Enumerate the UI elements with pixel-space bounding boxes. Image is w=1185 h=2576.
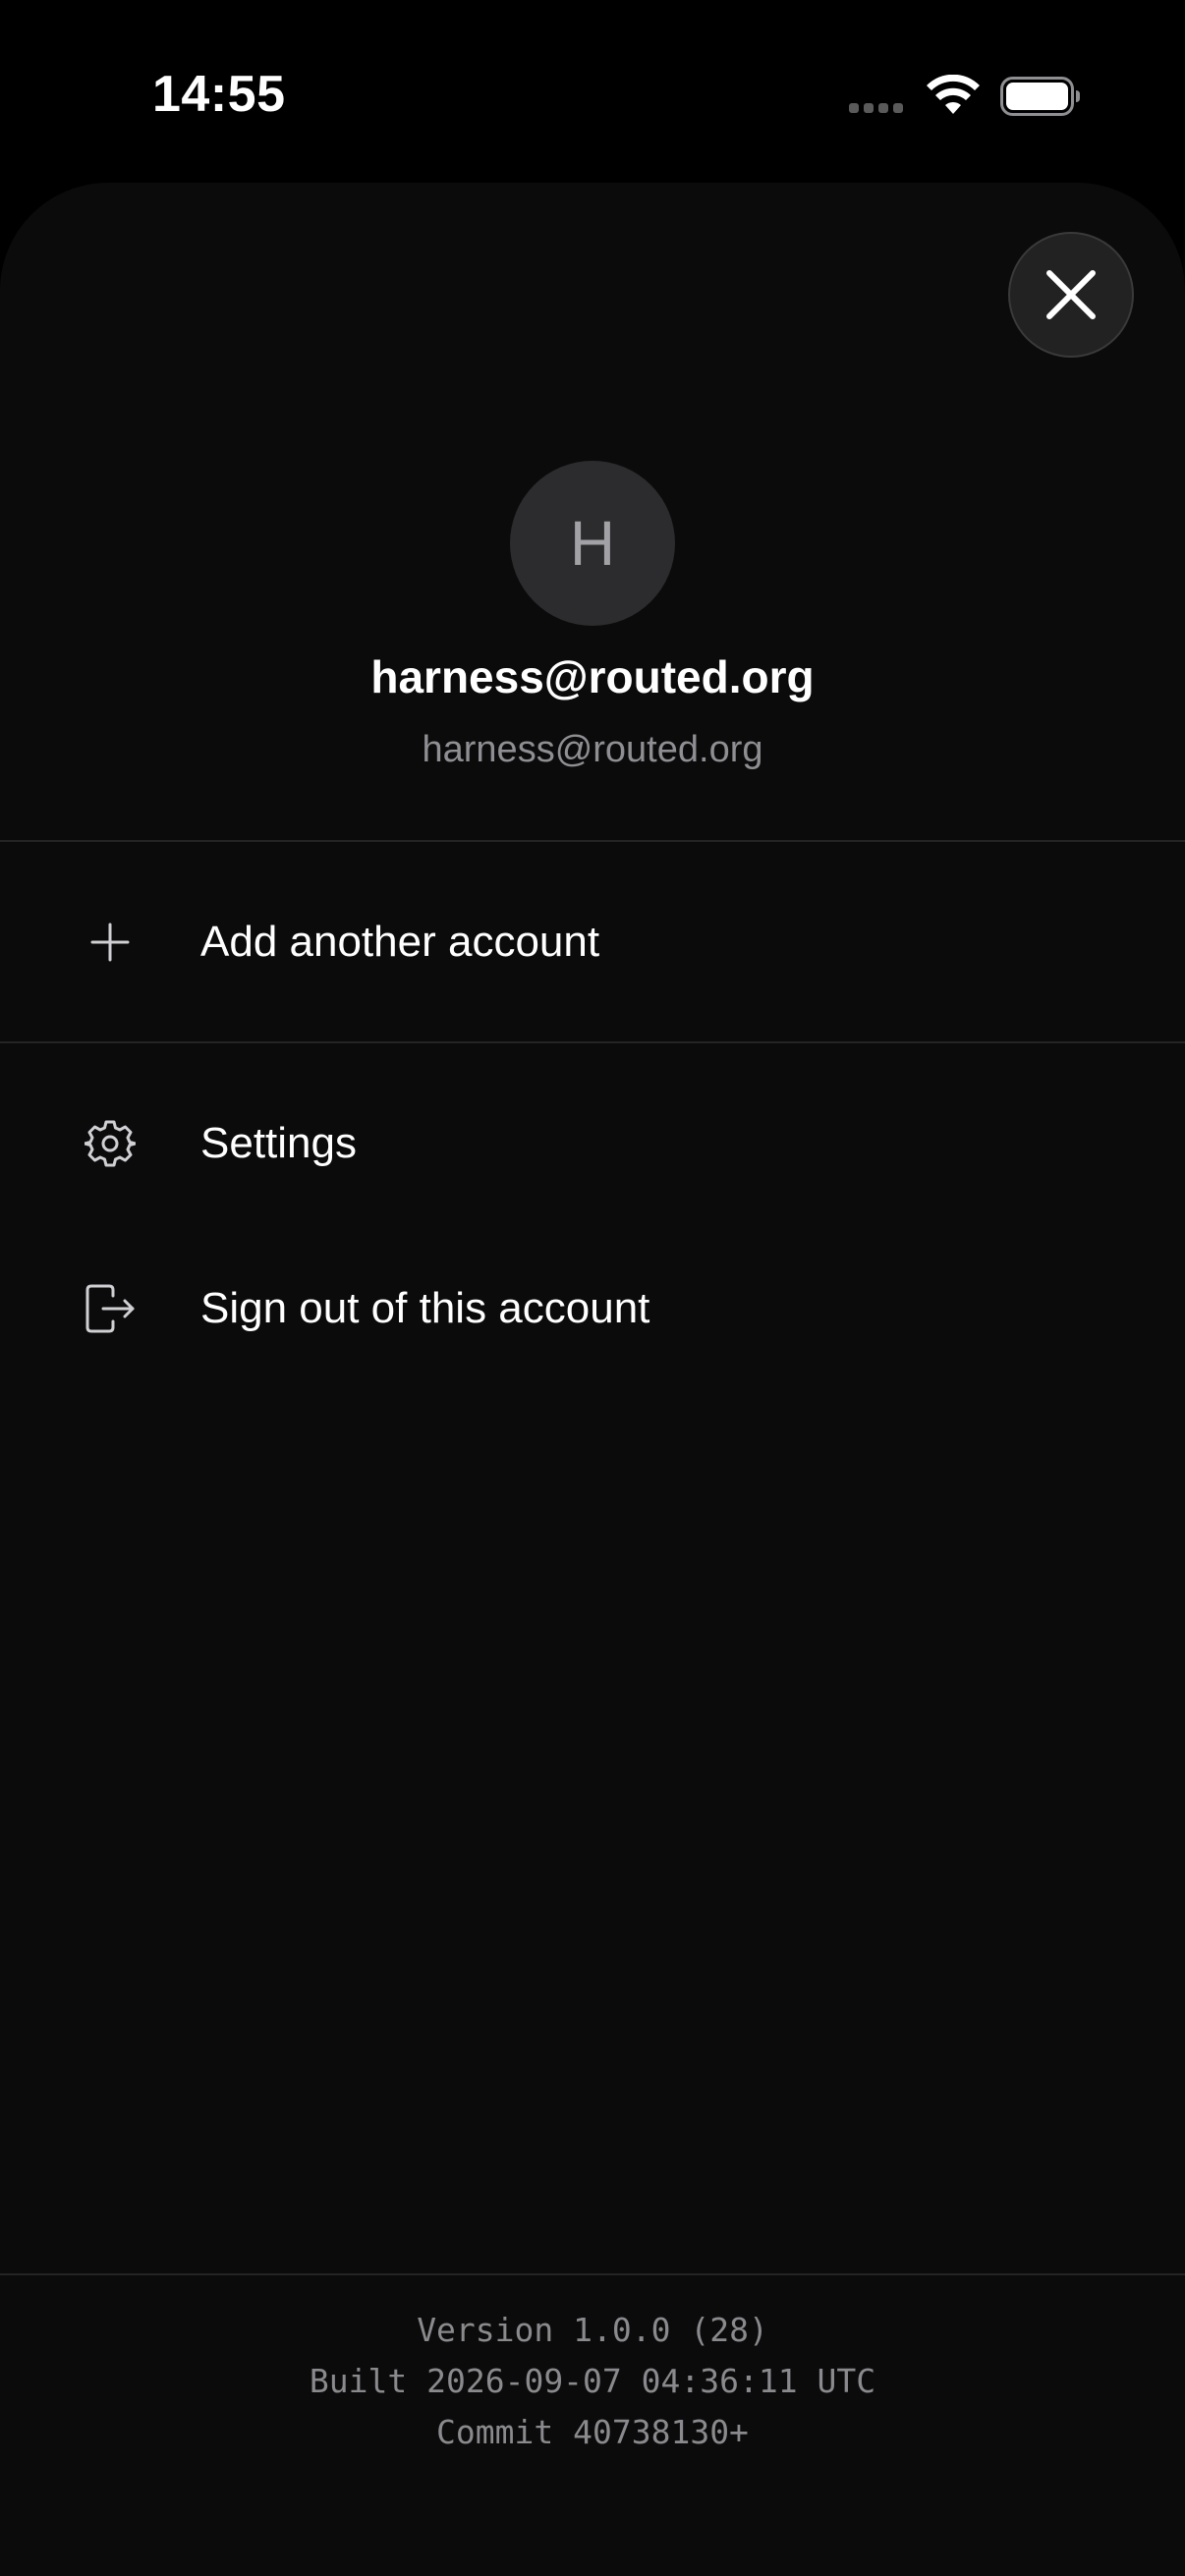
divider xyxy=(0,1041,1185,1043)
divider xyxy=(0,840,1185,842)
version-text: Version 1.0.0 (28) xyxy=(417,2311,768,2349)
account-email: harness@routed.org xyxy=(422,729,763,770)
sign-out-icon xyxy=(83,1281,138,1336)
account-sheet: H harness@routed.org harness@routed.org … xyxy=(0,183,1185,2576)
status-bar: 14:55 xyxy=(0,0,1185,177)
sign-out-label: Sign out of this account xyxy=(200,1284,650,1332)
avatar: H xyxy=(510,461,675,626)
add-account-button[interactable]: Add another account xyxy=(0,873,1185,1011)
account-name: harness@routed.org xyxy=(370,651,815,702)
gear-icon xyxy=(83,1116,138,1171)
status-time: 14:55 xyxy=(152,66,286,123)
commit-text: Commit 40738130+ xyxy=(436,2413,749,2451)
close-button[interactable] xyxy=(1008,232,1134,358)
plus-icon xyxy=(83,915,138,970)
battery-icon xyxy=(1000,77,1080,116)
build-info: Version 1.0.0 (28) Built 2026-09-07 04:3… xyxy=(0,2305,1185,2458)
cellular-signal-icon xyxy=(849,103,903,113)
settings-label: Settings xyxy=(200,1119,357,1167)
build-date-text: Built 2026-09-07 04:36:11 UTC xyxy=(309,2362,876,2400)
add-account-label: Add another account xyxy=(200,918,600,966)
close-icon xyxy=(1046,270,1096,319)
divider xyxy=(0,2273,1185,2275)
sign-out-button[interactable]: Sign out of this account xyxy=(0,1240,1185,1377)
settings-button[interactable]: Settings xyxy=(0,1075,1185,1212)
wifi-icon xyxy=(927,75,980,114)
